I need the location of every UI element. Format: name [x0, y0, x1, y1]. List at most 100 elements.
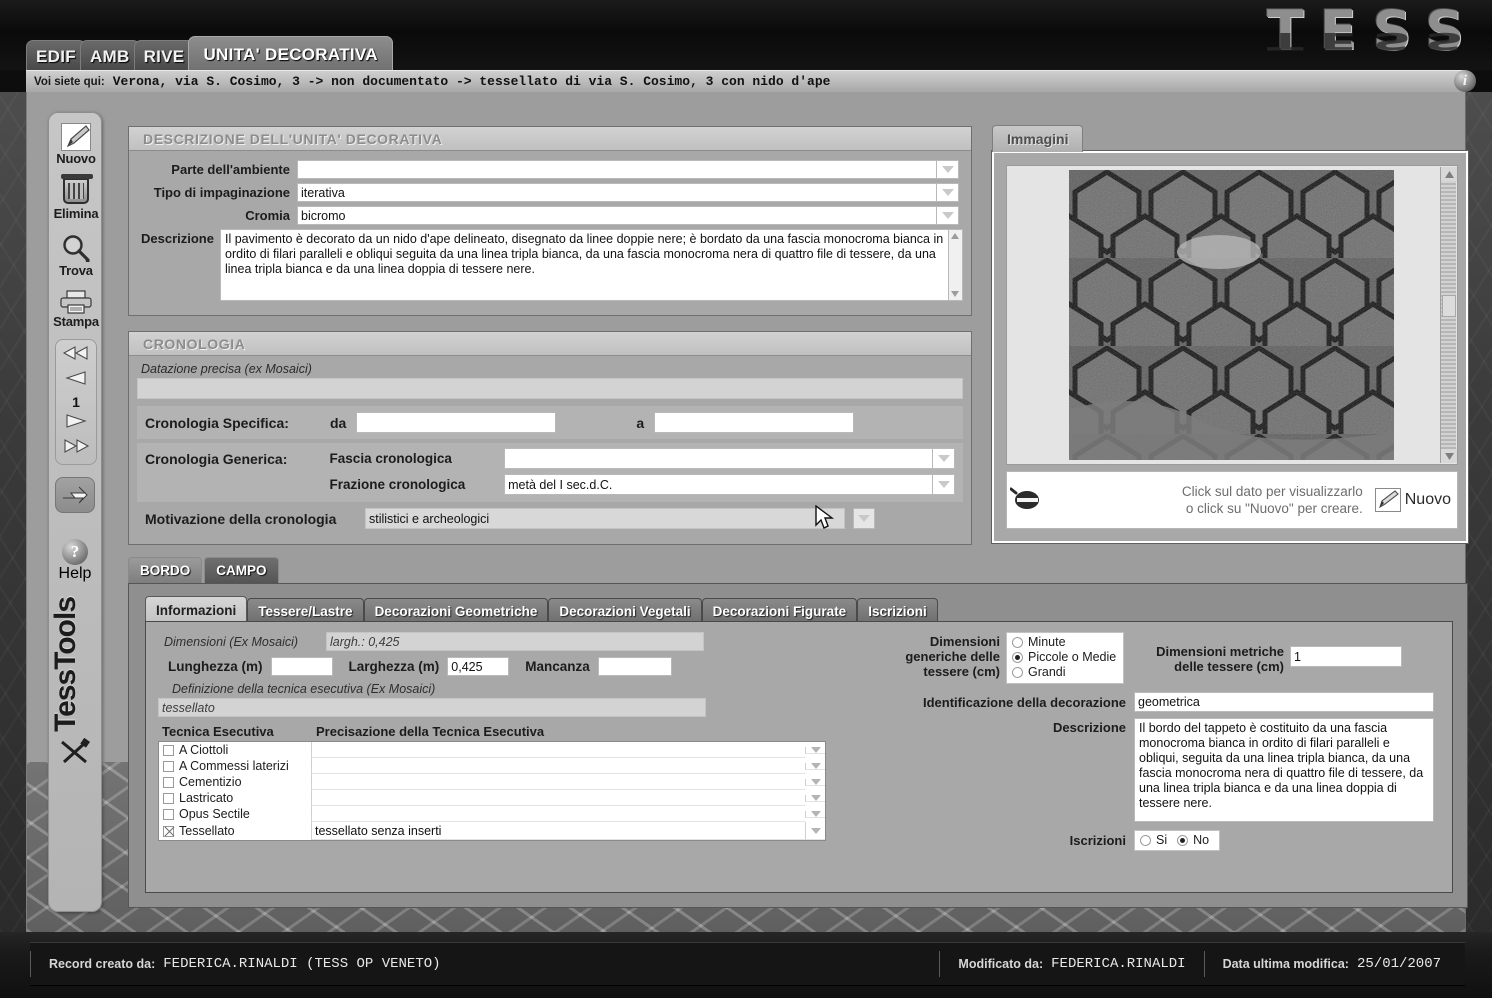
nav-first-icon[interactable] — [61, 344, 91, 367]
input-definizione-tecnica[interactable]: tessellato — [158, 698, 706, 717]
input-tipo-impaginazione[interactable]: iterativa — [297, 183, 937, 202]
dropdown-precisazione-0[interactable] — [805, 746, 825, 754]
question-mark-icon: ? — [62, 539, 88, 565]
mosaic-photo[interactable] — [1069, 170, 1394, 460]
input-fascia-cronologica[interactable] — [504, 448, 934, 469]
checkbox-lastricato[interactable]: Lastricato — [159, 791, 311, 805]
tab-campo[interactable]: CAMPO — [204, 557, 279, 583]
info-icon[interactable]: i — [1454, 70, 1476, 92]
tab-informazioni[interactable]: Informazioni — [145, 596, 248, 623]
tab-unita-decorativa[interactable]: UNITA' DECORATIVA — [188, 36, 393, 72]
record-number[interactable]: 1 — [72, 394, 80, 410]
checkbox-icon — [163, 745, 174, 757]
dropdown-frazione-cronologica[interactable] — [933, 474, 956, 495]
immagini-nuovo-button[interactable]: Nuovo — [1374, 488, 1451, 512]
scroll-up-icon[interactable] — [1441, 167, 1457, 181]
dropdown-tipo-impaginazione[interactable] — [937, 183, 959, 202]
toolbar-button-elimina[interactable]: Elimina — [49, 174, 103, 221]
input-mancanza[interactable] — [597, 657, 672, 676]
dropdown-precisazione-3[interactable] — [805, 794, 825, 802]
input-lunghezza[interactable] — [270, 657, 333, 676]
dropdown-precisazione-2[interactable] — [805, 778, 825, 786]
input-cronologia-a[interactable] — [654, 412, 855, 433]
image-vertical-scrollbar[interactable] — [1440, 167, 1457, 463]
tab-informazioni-label: Informazioni — [156, 602, 237, 618]
input-larghezza[interactable]: 0,425 — [447, 657, 510, 676]
input-identificazione-decorazione[interactable]: geometrica — [1134, 692, 1434, 712]
input-dimensioni-metriche[interactable]: 1 — [1290, 646, 1402, 667]
tab-iscrizioni[interactable]: Iscrizioni — [857, 598, 938, 623]
toolbar-button-stampa[interactable]: Stampa — [49, 286, 103, 329]
input-precisazione-0[interactable] — [311, 742, 805, 758]
table-row[interactable]: Lastricato — [159, 790, 825, 806]
dropdown-precisazione-1[interactable] — [805, 762, 825, 770]
table-row[interactable]: Tessellato tessellato senza inserti — [159, 822, 825, 840]
dropdown-cromia[interactable] — [937, 206, 959, 225]
input-precisazione-1[interactable] — [311, 758, 805, 774]
label-definizione-tecnica: Definizione della tecnica esecutiva (Ex … — [172, 682, 436, 696]
descrizione-scrollbar[interactable] — [949, 229, 963, 301]
checkbox-tessellato[interactable]: Tessellato — [159, 824, 311, 838]
checkbox-a-commessi-laterizi[interactable]: A Commessi laterizi — [159, 759, 311, 773]
table-row[interactable]: Cementizio — [159, 774, 825, 790]
tab-decorazioni-figurate[interactable]: Decorazioni Figurate — [701, 598, 858, 623]
radio-piccole-o-medie-label: Piccole o Medie — [1028, 650, 1117, 664]
table-row[interactable]: Opus Sectile — [159, 806, 825, 822]
tab-bordo[interactable]: BORDO — [128, 557, 203, 583]
dropdown-parte-dellambiente[interactable] — [937, 160, 959, 179]
textarea-descrizione[interactable]: Il pavimento è decorato da un nido d'ape… — [220, 229, 950, 301]
radio-iscrizioni-si[interactable]: Si — [1140, 833, 1167, 847]
tab-decorazioni-geometriche[interactable]: Decorazioni Geometriche — [363, 598, 549, 623]
input-precisazione-3[interactable] — [311, 790, 805, 806]
input-frazione-cronologica[interactable]: metà del I sec.d.C. — [504, 474, 934, 495]
nav-next-icon[interactable] — [61, 412, 91, 435]
chevron-down-icon — [937, 455, 950, 462]
breadcrumb-path[interactable]: Verona, via S. Cosimo, 3 -> non document… — [113, 74, 831, 89]
tab-decorazioni-vegetali[interactable]: Decorazioni Vegetali — [548, 598, 702, 623]
table-row[interactable]: A Ciottoli — [159, 742, 825, 758]
tab-tessere-lastre[interactable]: Tessere/Lastre — [247, 598, 364, 623]
tab-amb[interactable]: AMB — [79, 40, 140, 72]
left-toolbar: Nuovo Elimina Trova Stampa 1 ? Help Tess… — [48, 112, 102, 912]
radio-iscrizioni-no[interactable]: No — [1177, 833, 1209, 847]
tab-edif[interactable]: EDIF — [26, 40, 86, 72]
checkbox-cementizio[interactable]: Cementizio — [159, 775, 311, 789]
input-cromia[interactable]: bicromo — [297, 206, 937, 225]
input-motivazione-cronologia[interactable]: stilistici e archeologici — [365, 508, 845, 529]
tools-icon[interactable] — [49, 737, 101, 766]
table-row[interactable]: A Commessi laterizi — [159, 758, 825, 774]
go-to-related-button[interactable] — [55, 477, 95, 513]
pencil-icon — [61, 123, 91, 151]
help-button[interactable]: ? Help — [49, 539, 101, 583]
immagini-magnifier-icon[interactable] — [1009, 487, 1046, 513]
checkbox-a-ciottoli[interactable]: A Ciottoli — [159, 743, 311, 757]
input-dimensioni-ex[interactable]: largh.: 0,425 — [326, 632, 704, 651]
scrollbar-thumb[interactable] — [1442, 295, 1456, 317]
tab-rive[interactable]: RIVE — [133, 40, 195, 72]
input-precisazione-5[interactable]: tessellato senza inserti — [311, 822, 805, 840]
tab-immagini[interactable]: Immagini — [992, 125, 1084, 152]
dropdown-motivazione-cronologia[interactable] — [853, 508, 875, 529]
radio-si-label: Si — [1156, 833, 1168, 847]
radio-piccole-o-medie[interactable]: Piccole o Medie — [1012, 650, 1117, 665]
input-precisazione-4[interactable] — [311, 806, 805, 822]
value-modificato-da: FEDERICA.RINALDI — [1051, 956, 1186, 972]
input-parte-dellambiente[interactable] — [297, 160, 937, 179]
toolbar-button-trova[interactable]: Trova — [49, 229, 103, 278]
textarea-descrizione-bordo[interactable]: Il bordo del tappeto è costituito da una… — [1134, 718, 1434, 822]
checkbox-opus-sectile[interactable]: Opus Sectile — [159, 807, 311, 821]
radio-grandi[interactable]: Grandi — [1012, 665, 1117, 680]
nav-last-icon[interactable] — [61, 437, 91, 460]
input-precisazione-2[interactable] — [311, 774, 805, 790]
nav-prev-icon[interactable] — [61, 369, 91, 392]
dropdown-precisazione-4[interactable] — [805, 810, 825, 818]
input-datazione-precisa[interactable] — [137, 378, 963, 399]
label-frazione-cronologica: Frazione cronologica — [329, 477, 466, 492]
scroll-down-icon[interactable] — [1441, 449, 1457, 463]
bordo-campo-tab-bar: BORDO CAMPO — [128, 557, 281, 583]
radio-minute[interactable]: Minute — [1012, 635, 1117, 650]
dropdown-precisazione-5[interactable] — [805, 822, 825, 840]
toolbar-button-nuovo[interactable]: Nuovo — [49, 119, 103, 166]
dropdown-fascia-cronologica[interactable] — [933, 448, 956, 469]
input-cronologia-da[interactable] — [356, 412, 557, 433]
